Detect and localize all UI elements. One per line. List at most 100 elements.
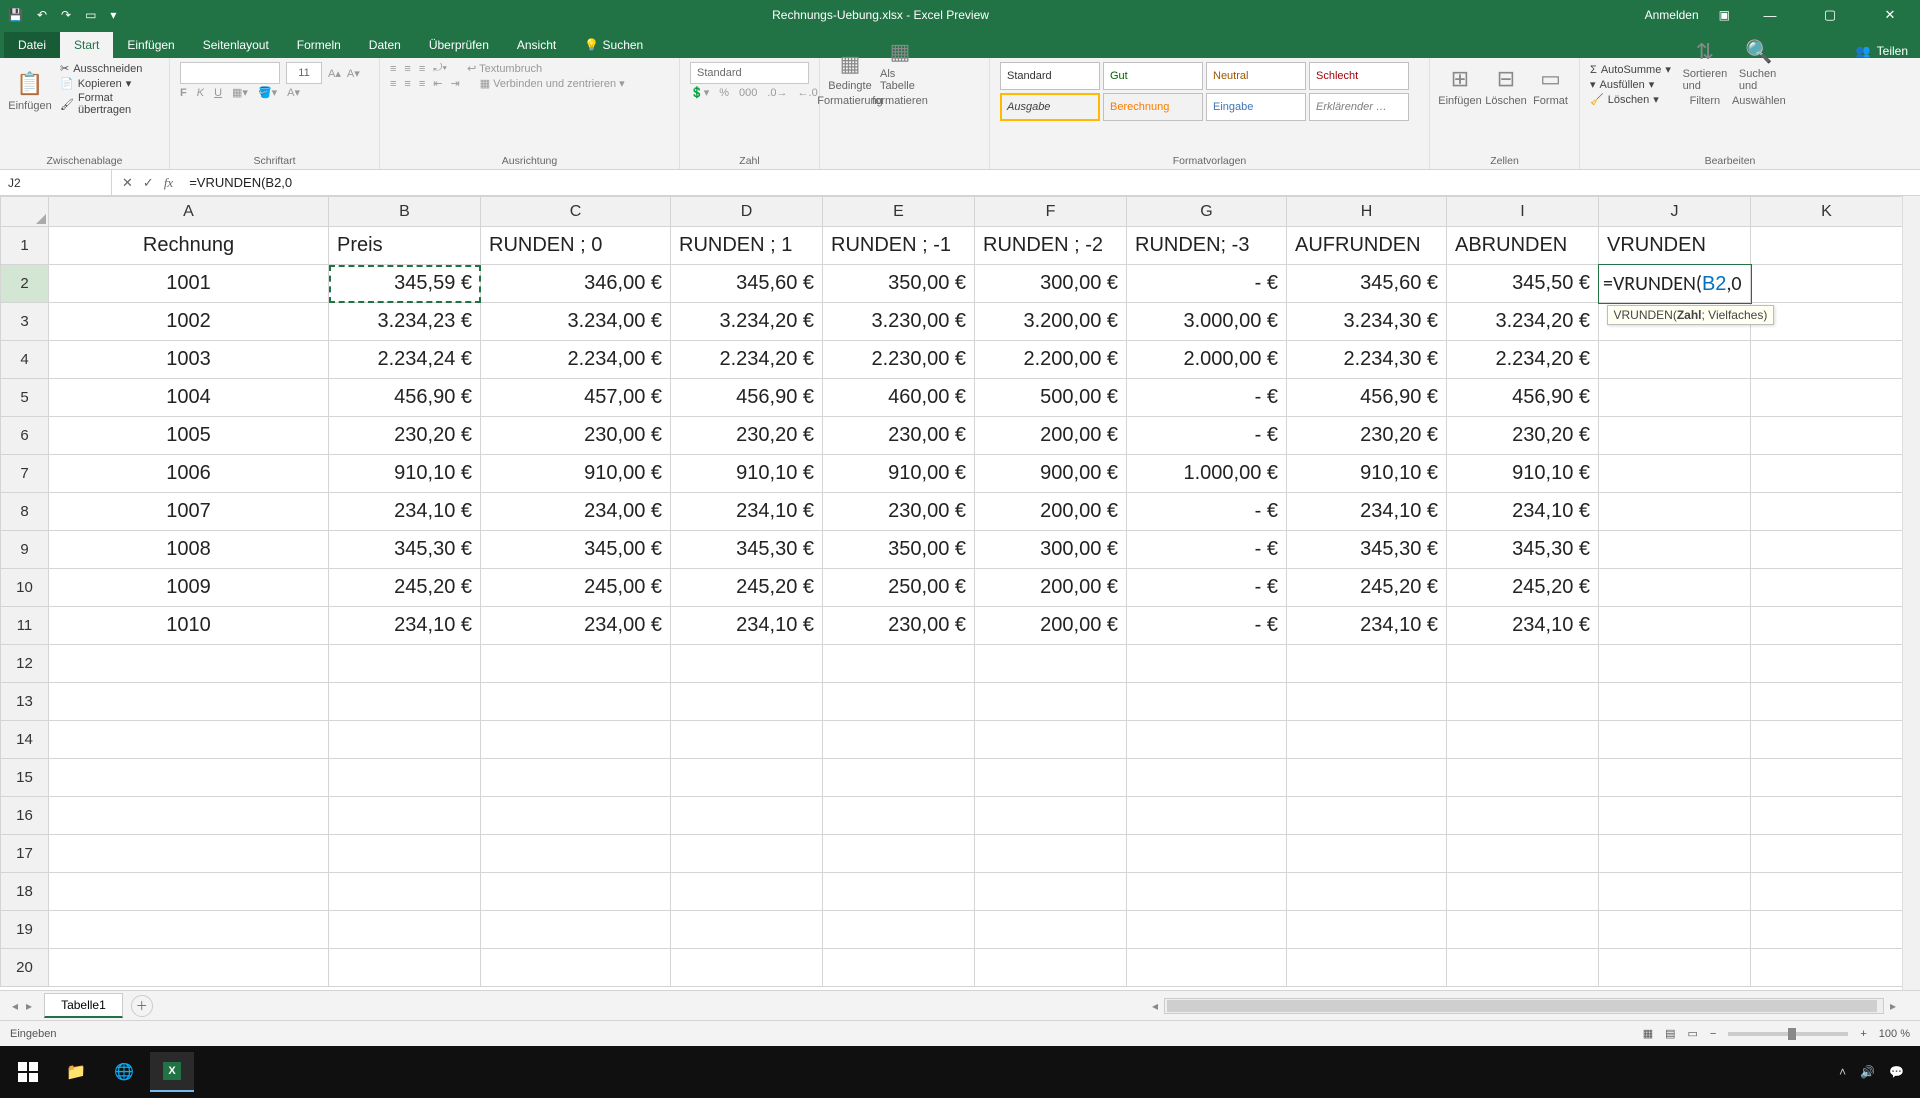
start-button[interactable] — [6, 1052, 50, 1092]
clear-button[interactable]: 🧹 Löschen ▾ — [1590, 93, 1671, 106]
row-19[interactable]: 19 — [1, 911, 49, 949]
cell-J11[interactable] — [1599, 607, 1751, 645]
cell-A6[interactable]: 1005 — [49, 417, 329, 455]
tab-view[interactable]: Ansicht — [503, 32, 570, 58]
align-middle-icon[interactable]: ≡ — [404, 63, 410, 75]
fx-icon[interactable]: fx — [164, 175, 173, 191]
tray-chevron-icon[interactable]: ˄ — [1839, 1065, 1846, 1079]
row-3[interactable]: 3 — [1, 303, 49, 341]
vertical-scrollbar[interactable] — [1902, 196, 1920, 990]
tab-review[interactable]: Überprüfen — [415, 32, 503, 58]
cell-I19[interactable] — [1447, 911, 1599, 949]
cell-D16[interactable] — [671, 797, 823, 835]
cell-E17[interactable] — [823, 835, 975, 873]
cell-E20[interactable] — [823, 949, 975, 987]
cell-F16[interactable] — [975, 797, 1127, 835]
cell-F14[interactable] — [975, 721, 1127, 759]
undo-icon[interactable]: ↶ — [37, 8, 47, 22]
cell-H8[interactable]: 234,10 € — [1287, 493, 1447, 531]
currency-icon[interactable]: 💲▾ — [690, 86, 709, 99]
formula-input[interactable]: =VRUNDEN(B2,0 — [183, 175, 1920, 190]
cell-K18[interactable] — [1751, 873, 1903, 911]
find-select-button[interactable]: 🔍Suchen undAuswählen — [1739, 62, 1779, 107]
cell-C3[interactable]: 3.234,00 € — [481, 303, 671, 341]
cell-H11[interactable]: 234,10 € — [1287, 607, 1447, 645]
cell-D5[interactable]: 456,90 € — [671, 379, 823, 417]
percent-icon[interactable]: % — [719, 87, 729, 99]
cell-B20[interactable] — [329, 949, 481, 987]
col-A[interactable]: A — [49, 197, 329, 227]
cell-J13[interactable] — [1599, 683, 1751, 721]
cell-H5[interactable]: 456,90 € — [1287, 379, 1447, 417]
cell-B4[interactable]: 2.234,24 € — [329, 341, 481, 379]
style-standard[interactable]: Standard — [1000, 62, 1100, 90]
cell-J7[interactable] — [1599, 455, 1751, 493]
cell-C16[interactable] — [481, 797, 671, 835]
cell-H6[interactable]: 230,20 € — [1287, 417, 1447, 455]
cell-J15[interactable] — [1599, 759, 1751, 797]
cell-K20[interactable] — [1751, 949, 1903, 987]
row-11[interactable]: 11 — [1, 607, 49, 645]
cell-H2[interactable]: 345,60 € — [1287, 265, 1447, 303]
cell-I3[interactable]: 3.234,20 € — [1447, 303, 1599, 341]
cell-K17[interactable] — [1751, 835, 1903, 873]
cell-J8[interactable] — [1599, 493, 1751, 531]
task-explorer[interactable]: 📁 — [54, 1052, 98, 1092]
cell-C10[interactable]: 245,00 € — [481, 569, 671, 607]
cell-G18[interactable] — [1127, 873, 1287, 911]
cell-D17[interactable] — [671, 835, 823, 873]
cell-F15[interactable] — [975, 759, 1127, 797]
style-schlecht[interactable]: Schlecht — [1309, 62, 1409, 90]
maximize-button[interactable]: ▢ — [1810, 7, 1850, 23]
row-13[interactable]: 13 — [1, 683, 49, 721]
fill-color-icon[interactable]: 🪣▾ — [258, 86, 277, 99]
col-D[interactable]: D — [671, 197, 823, 227]
format-painter-button[interactable]: 🖌 Format übertragen — [60, 92, 159, 116]
cell-I2[interactable]: 345,50 € — [1447, 265, 1599, 303]
col-E[interactable]: E — [823, 197, 975, 227]
cell-1-C[interactable]: RUNDEN ; 0 — [481, 227, 671, 265]
col-F[interactable]: F — [975, 197, 1127, 227]
cell-C12[interactable] — [481, 645, 671, 683]
cell-D11[interactable]: 234,10 € — [671, 607, 823, 645]
cell-F18[interactable] — [975, 873, 1127, 911]
save-icon[interactable]: 💾 — [8, 8, 23, 22]
cell-G19[interactable] — [1127, 911, 1287, 949]
cell-A5[interactable]: 1004 — [49, 379, 329, 417]
cell-B5[interactable]: 456,90 € — [329, 379, 481, 417]
cell-K4[interactable] — [1751, 341, 1903, 379]
col-J[interactable]: J — [1599, 197, 1751, 227]
cell-F13[interactable] — [975, 683, 1127, 721]
cell-F6[interactable]: 200,00 € — [975, 417, 1127, 455]
cell-D13[interactable] — [671, 683, 823, 721]
cell-D10[interactable]: 245,20 € — [671, 569, 823, 607]
cell-H7[interactable]: 910,10 € — [1287, 455, 1447, 493]
cell-I5[interactable]: 456,90 € — [1447, 379, 1599, 417]
cell-C5[interactable]: 457,00 € — [481, 379, 671, 417]
cell-C20[interactable] — [481, 949, 671, 987]
cell-B10[interactable]: 245,20 € — [329, 569, 481, 607]
autosum-button[interactable]: Σ AutoSumme ▾ — [1590, 63, 1671, 76]
cells-insert-button[interactable]: ⊞Einfügen — [1440, 62, 1480, 107]
cell-J14[interactable] — [1599, 721, 1751, 759]
cell-I18[interactable] — [1447, 873, 1599, 911]
cell-F9[interactable]: 300,00 € — [975, 531, 1127, 569]
tab-insert[interactable]: Einfügen — [113, 32, 188, 58]
cell-I9[interactable]: 345,30 € — [1447, 531, 1599, 569]
cell-1-D[interactable]: RUNDEN ; 1 — [671, 227, 823, 265]
cell-E4[interactable]: 2.230,00 € — [823, 341, 975, 379]
cell-K8[interactable] — [1751, 493, 1903, 531]
cell-G3[interactable]: 3.000,00 € — [1127, 303, 1287, 341]
name-box[interactable]: J2 — [0, 170, 112, 195]
function-tooltip[interactable]: VRUNDEN(Zahl; Vielfaches) — [1607, 305, 1775, 325]
col-G[interactable]: G — [1127, 197, 1287, 227]
select-all-corner[interactable] — [1, 197, 49, 227]
cell-I4[interactable]: 2.234,20 € — [1447, 341, 1599, 379]
cell-D8[interactable]: 234,10 € — [671, 493, 823, 531]
cell-F8[interactable]: 200,00 € — [975, 493, 1127, 531]
decrease-decimal-icon[interactable]: ←.0 — [798, 87, 818, 99]
increase-font-icon[interactable]: A▴ — [328, 67, 341, 80]
cell-E13[interactable] — [823, 683, 975, 721]
cell-G6[interactable]: - € — [1127, 417, 1287, 455]
cell-A16[interactable] — [49, 797, 329, 835]
